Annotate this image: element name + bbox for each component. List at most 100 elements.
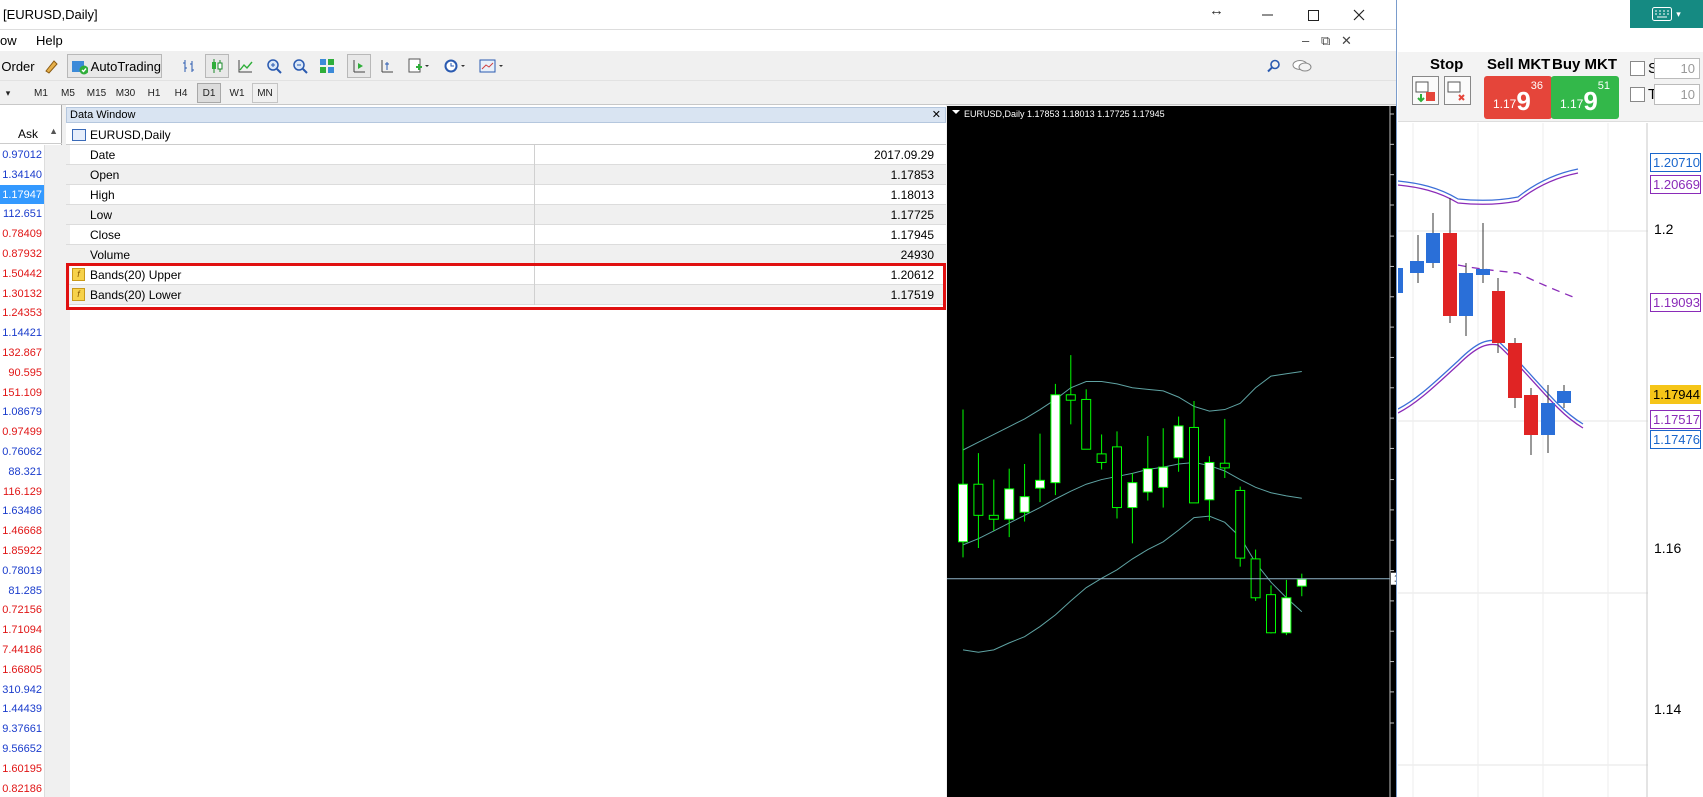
tf-w1[interactable]: W1 <box>226 83 248 103</box>
market-watch-row[interactable]: 310.942 <box>0 680 44 700</box>
tf-h1[interactable]: H1 <box>143 83 165 103</box>
market-watch-row[interactable]: 81.285 <box>0 581 44 601</box>
keyboard-button[interactable]: ▾ <box>1630 0 1703 28</box>
data-window-close-icon[interactable]: ✕ <box>932 108 941 122</box>
market-watch-row[interactable]: 7.44186 <box>0 640 44 660</box>
market-watch-row[interactable]: 0.82186 <box>0 779 44 797</box>
stop-loss-checkbox[interactable] <box>1630 61 1645 76</box>
market-watch-row[interactable]: 1.71094 <box>0 620 44 640</box>
tf-m15[interactable]: M15 <box>84 83 109 103</box>
market-watch-row[interactable]: 116.129 <box>0 482 44 502</box>
tf-m5[interactable]: M5 <box>57 83 79 103</box>
stop-sell-icon[interactable] <box>1412 76 1439 105</box>
mdi-close-icon[interactable]: ✕ <box>1341 33 1352 49</box>
market-watch-rows: 0.97012 1.34140 1.17947 112.651 0.78409 0.879… <box>0 145 44 797</box>
platform-chart[interactable]: 1.2 1.16 1.14 1.20710 1.20669 1.19093 1.… <box>1397 123 1703 797</box>
market-watch-row[interactable]: 0.97499 <box>0 422 44 442</box>
market-watch-row[interactable]: 1.60195 <box>0 759 44 779</box>
periods-dropdown-icon[interactable] <box>440 54 470 78</box>
indicators-dropdown-icon[interactable] <box>404 54 434 78</box>
autoscroll-icon[interactable] <box>375 54 399 78</box>
market-watch-row[interactable]: 1.46668 <box>0 521 44 541</box>
data-row-bands-20-upper: f Bands(20) Upper 1.20612 <box>66 265 946 285</box>
market-watch-row[interactable]: 132.867 <box>0 343 44 363</box>
stop-buy-icon[interactable] <box>1444 76 1471 105</box>
menu-item-window[interactable]: ow <box>0 33 17 48</box>
market-watch-row[interactable]: 88.321 <box>0 462 44 482</box>
candle-body <box>1050 394 1061 484</box>
market-watch-row[interactable]: 0.78409 <box>0 224 44 244</box>
market-watch-row[interactable]: 0.87932 <box>0 244 44 264</box>
market-watch-row[interactable]: 0.97012 <box>0 145 44 165</box>
sell-market-button[interactable]: 1.17 9 36 <box>1484 76 1552 119</box>
market-watch-row[interactable]: 1.63486 <box>0 501 44 521</box>
chart-shift-icon[interactable] <box>347 54 371 78</box>
zoom-out-icon[interactable] <box>288 54 312 78</box>
column-separator <box>534 245 535 265</box>
symbol-label: EURUSD,Daily <box>90 128 171 142</box>
dropdown-arrow-icon[interactable]: ▾ <box>2 83 14 103</box>
chart-menu-icon[interactable] <box>952 110 960 114</box>
market-watch-row[interactable]: 90.595 <box>0 363 44 383</box>
candlestick-icon[interactable] <box>205 54 229 78</box>
market-watch-row[interactable]: 1.66805 <box>0 660 44 680</box>
market-watch-row[interactable]: 1.14421 <box>0 323 44 343</box>
mt4-chart[interactable]: EURUSD,Daily 1.17853 1.18013 1.17725 1.1… <box>947 106 1397 797</box>
search-icon[interactable] <box>1263 54 1285 78</box>
market-watch-row[interactable]: 1.34140 <box>0 165 44 185</box>
templates-dropdown-icon[interactable] <box>476 54 508 78</box>
line-chart-icon[interactable] <box>233 54 257 78</box>
market-watch-row[interactable]: 1.08679 <box>0 402 44 422</box>
take-profit-input[interactable]: 10 <box>1654 84 1700 105</box>
stop-loss-input[interactable]: 10 <box>1654 58 1700 79</box>
market-watch-row[interactable]: 1.30132 <box>0 284 44 304</box>
mdi-restore-icon[interactable]: ⧉ <box>1321 33 1330 49</box>
bar-chart-icon[interactable] <box>177 54 201 78</box>
candle-body <box>1035 479 1045 489</box>
tile-windows-icon[interactable] <box>315 54 339 78</box>
market-watch-row[interactable]: 9.37661 <box>0 719 44 739</box>
tf-m30[interactable]: M30 <box>113 83 138 103</box>
zoom-in-icon[interactable] <box>262 54 286 78</box>
tf-mn[interactable]: MN <box>252 83 278 103</box>
market-watch-row[interactable]: 112.651 <box>0 204 44 224</box>
menu-item-help[interactable]: Help <box>36 33 63 48</box>
market-watch-row[interactable]: 1.44439 <box>0 699 44 719</box>
market-watch-row[interactable]: 9.56652 <box>0 739 44 759</box>
close-button[interactable] <box>1336 0 1382 30</box>
ask-column-header[interactable]: Ask <box>18 127 38 141</box>
data-label: Date <box>90 148 116 162</box>
scroll-up-icon[interactable]: ▲ <box>49 126 58 136</box>
market-watch-scrollbar[interactable] <box>44 145 62 797</box>
market-watch-row[interactable]: 0.72156 <box>0 600 44 620</box>
market-watch-row[interactable]: 1.85922 <box>0 541 44 561</box>
data-row-close: Close 1.17945 <box>66 225 946 245</box>
maximize-button[interactable] <box>1290 0 1336 30</box>
data-label: High <box>90 188 115 202</box>
new-order-button[interactable]: Order <box>0 54 36 78</box>
data-value: 24930 <box>900 248 934 262</box>
candle-body <box>1189 426 1199 504</box>
market-watch-row[interactable]: 0.76062 <box>0 442 44 462</box>
tf-d1[interactable]: D1 <box>197 83 221 103</box>
market-watch-row[interactable]: 1.24353 <box>0 303 44 323</box>
column-separator <box>534 265 535 285</box>
buy-price-prefix: 1.17 <box>1559 97 1584 111</box>
tf-h4[interactable]: H4 <box>170 83 192 103</box>
market-watch-row[interactable]: 0.78019 <box>0 561 44 581</box>
y-tick-label: 1.21960 <box>1396 261 1397 271</box>
market-watch-row[interactable]: 1.50442 <box>0 264 44 284</box>
minimize-button[interactable] <box>1244 0 1290 30</box>
y-tick-label: 1.19620 <box>1396 443 1397 453</box>
mdi-minimize-icon[interactable]: – <box>1302 33 1309 48</box>
take-profit-checkbox[interactable] <box>1630 87 1645 102</box>
buy-market-button[interactable]: 1.17 9 51 <box>1551 76 1619 119</box>
autotrading-button[interactable]: AutoTrading <box>67 54 162 78</box>
market-watch-row[interactable]: 1.17947 <box>0 184 44 205</box>
pencil-icon[interactable] <box>40 54 62 78</box>
tf-m1[interactable]: M1 <box>30 83 52 103</box>
candle-body <box>1065 394 1076 401</box>
chat-icon[interactable] <box>1290 54 1314 78</box>
chart-header: EURUSD,Daily 1.17853 1.18013 1.17725 1.1… <box>964 109 1165 119</box>
market-watch-row[interactable]: 151.109 <box>0 383 44 403</box>
